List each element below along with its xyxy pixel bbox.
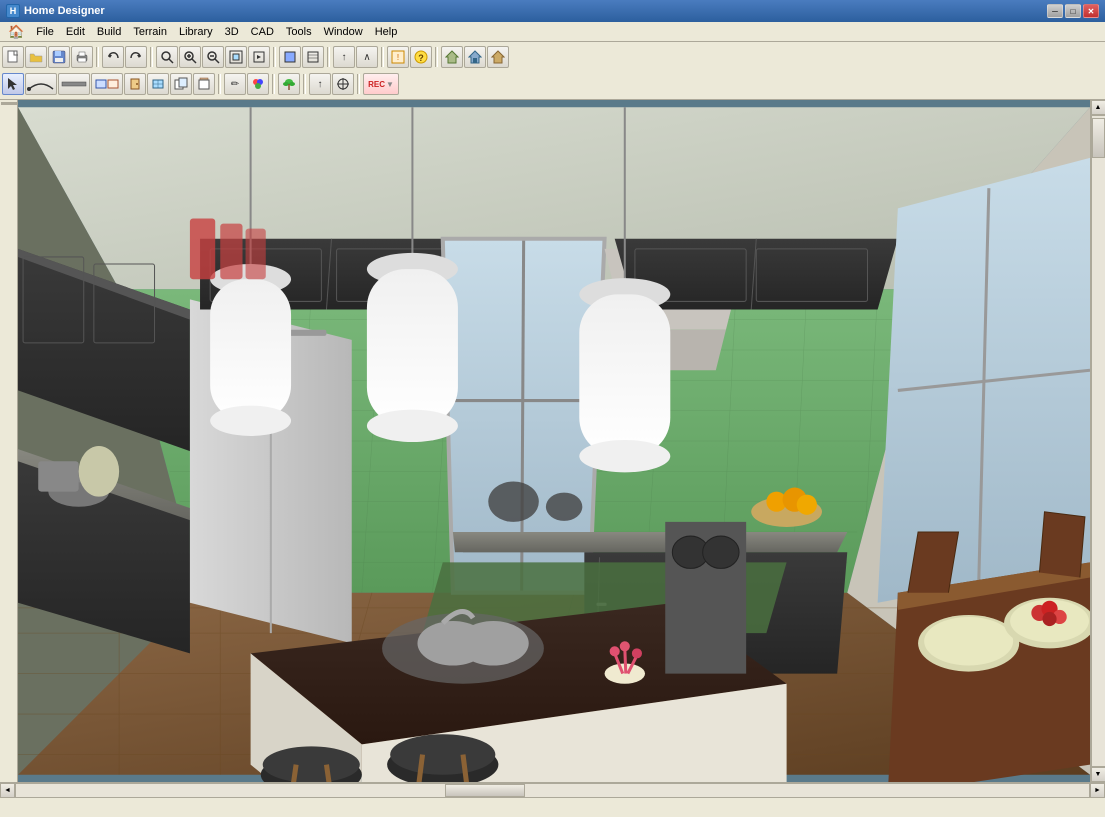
- house-exterior-button[interactable]: [441, 46, 463, 68]
- room-tool-button[interactable]: [91, 73, 123, 95]
- wall-tool-button[interactable]: [58, 73, 90, 95]
- maximize-button[interactable]: □: [1065, 4, 1081, 18]
- undo-button[interactable]: [102, 46, 124, 68]
- redo-button[interactable]: [125, 46, 147, 68]
- toolbar-separator-4: [327, 47, 330, 67]
- toolbar-separator-3: [273, 47, 276, 67]
- minimize-button[interactable]: ─: [1047, 4, 1063, 18]
- title-bar: H Home Designer ─ □ ✕: [0, 0, 1105, 22]
- title-bar-controls: ─ □ ✕: [1047, 4, 1099, 18]
- house-view-button[interactable]: [464, 46, 486, 68]
- toolbar-area: ↑ ∧ ! ?: [0, 42, 1105, 100]
- toolbar-row2-sep2: [272, 74, 275, 94]
- h-scroll-track[interactable]: [15, 783, 1090, 798]
- fill-pattern-button[interactable]: [302, 46, 324, 68]
- toolbar-row1: ↑ ∧ ! ?: [2, 44, 1103, 70]
- scroll-left-button[interactable]: ◄: [0, 783, 15, 798]
- pencil-tool-button[interactable]: ✏: [224, 73, 246, 95]
- peak-button[interactable]: ∧: [356, 46, 378, 68]
- menu-item-library[interactable]: Library: [173, 24, 219, 40]
- select-tool-button[interactable]: [2, 73, 24, 95]
- menu-bar: 🏠 File Edit Build Terrain Library 3D CAD…: [0, 22, 1105, 42]
- save-button[interactable]: [48, 46, 70, 68]
- zoom-previous-button[interactable]: [248, 46, 270, 68]
- left-ruler-mark: [1, 102, 17, 105]
- fit-window-button[interactable]: [225, 46, 247, 68]
- viewport[interactable]: [18, 100, 1090, 782]
- scroll-up-button[interactable]: ▲: [1091, 100, 1105, 115]
- fill-button[interactable]: [279, 46, 301, 68]
- menu-item-build[interactable]: Build: [91, 24, 127, 40]
- symbol-button[interactable]: !: [387, 46, 409, 68]
- menu-item-file[interactable]: File: [30, 24, 60, 40]
- scroll-thumb[interactable]: [1092, 118, 1105, 158]
- print-button[interactable]: [71, 46, 93, 68]
- scroll-track[interactable]: [1091, 115, 1105, 767]
- zoom-out-button[interactable]: [202, 46, 224, 68]
- door-tool-button[interactable]: [124, 73, 146, 95]
- window-tool-button[interactable]: [147, 73, 169, 95]
- toolbar-separator-6: [435, 47, 438, 67]
- menu-item-icon: 🏠: [2, 22, 30, 42]
- h-scroll-thumb[interactable]: [445, 784, 525, 797]
- app-title: Home Designer: [24, 5, 105, 17]
- copy-tool-button[interactable]: [170, 73, 192, 95]
- menu-item-cad[interactable]: CAD: [245, 24, 280, 40]
- rec-dropdown: ▼: [386, 80, 394, 89]
- help-button[interactable]: ?: [410, 46, 432, 68]
- zoom-in-button[interactable]: [179, 46, 201, 68]
- arrow-up-button[interactable]: ↑: [333, 46, 355, 68]
- new-button[interactable]: [2, 46, 24, 68]
- house-overview-button[interactable]: [487, 46, 509, 68]
- arrow-tool-button[interactable]: ↑: [309, 73, 331, 95]
- rec-button[interactable]: REC ▼: [363, 73, 399, 95]
- svg-text:?: ?: [418, 53, 424, 63]
- right-scrollbar: ▲ ▼: [1090, 100, 1105, 782]
- plant-tool-button[interactable]: [278, 73, 300, 95]
- menu-item-3d[interactable]: 3D: [219, 24, 245, 40]
- 3d-scene: [18, 100, 1090, 782]
- close-button[interactable]: ✕: [1083, 4, 1099, 18]
- toolbar-row2-sep1: [218, 74, 221, 94]
- toolbar-row2-sep3: [303, 74, 306, 94]
- svg-text:!: !: [397, 53, 399, 62]
- scroll-right-button[interactable]: ►: [1090, 783, 1105, 798]
- scroll-down-button[interactable]: ▼: [1091, 767, 1105, 782]
- menu-item-tools[interactable]: Tools: [280, 24, 318, 40]
- toolbar-row2: ✏ ↑ REC ▼: [2, 71, 1103, 97]
- bottom-scrollbar: ◄ ►: [0, 782, 1105, 797]
- toolbar-row2-sep4: [357, 74, 360, 94]
- toolbar-separator-1: [96, 47, 99, 67]
- title-bar-left: H Home Designer: [6, 4, 105, 18]
- rec-label: REC: [368, 80, 385, 89]
- toolbar-separator-5: [381, 47, 384, 67]
- menu-item-edit[interactable]: Edit: [60, 24, 91, 40]
- draw-arc-button[interactable]: [25, 73, 57, 95]
- paste-tool-button[interactable]: [193, 73, 215, 95]
- menu-item-help[interactable]: Help: [369, 24, 404, 40]
- status-bar: [0, 797, 1105, 817]
- toolbar-separator-2: [150, 47, 153, 67]
- zoom-realsize-button[interactable]: [156, 46, 178, 68]
- color-tool-button[interactable]: [247, 73, 269, 95]
- menu-item-terrain[interactable]: Terrain: [127, 24, 173, 40]
- app-icon: H: [6, 4, 20, 18]
- left-toolbar: [0, 100, 18, 782]
- crosshair-tool-button[interactable]: [332, 73, 354, 95]
- main-area: ▲ ▼: [0, 100, 1105, 782]
- menu-item-window[interactable]: Window: [318, 24, 369, 40]
- open-button[interactable]: [25, 46, 47, 68]
